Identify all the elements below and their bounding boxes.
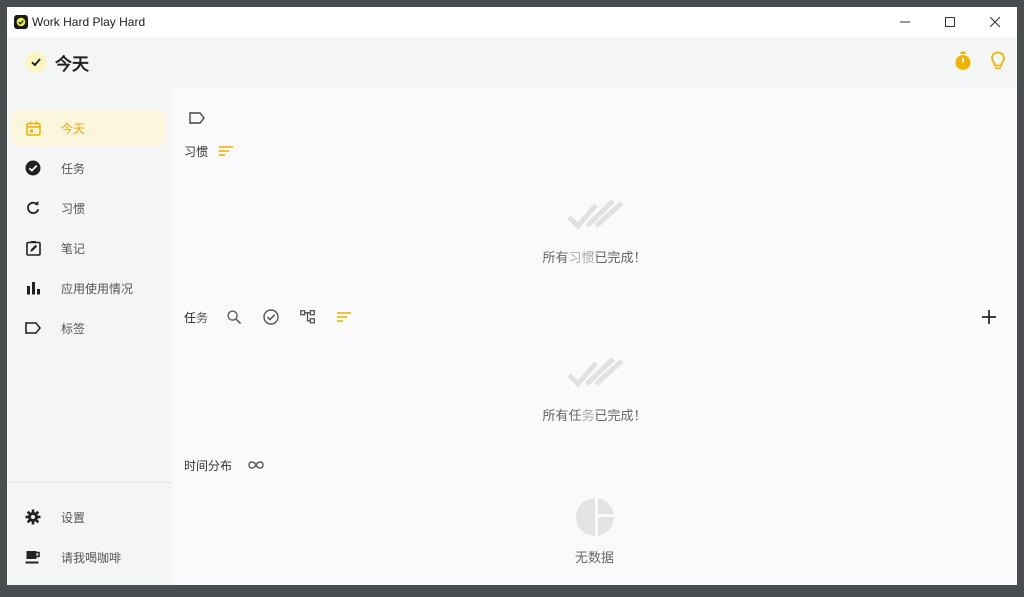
tasks-empty-text: 所有任务已完成！ <box>542 409 647 424</box>
window-title: Work Hard Play Hard <box>32 15 146 29</box>
time-distribution-empty-text: 无数据 <box>574 551 614 566</box>
main-content: 习惯 所有习惯已完成！ 任务 所有任务已完成！ 时间分布 无数据 <box>172 87 1017 585</box>
habits-empty-text: 所有习惯已完成！ <box>542 251 647 266</box>
completed-filter-icon[interactable] <box>261 307 281 327</box>
close-button[interactable] <box>972 7 1017 37</box>
done-all-icon <box>566 199 624 237</box>
sort-icon[interactable] <box>334 307 354 327</box>
plus-icon <box>982 310 996 324</box>
refresh-icon <box>25 200 41 216</box>
tasks-empty-state: 所有任务已完成！ <box>172 357 1017 424</box>
page-header: 今天 <box>7 37 1017 87</box>
note-icon <box>25 240 41 256</box>
time-distribution-title: 时间分布 <box>184 458 233 473</box>
sidebar-item-settings[interactable]: 设置 <box>11 499 166 535</box>
sidebar-item-label: 今天 <box>61 121 86 136</box>
sidebar-item-label: 习惯 <box>61 201 86 216</box>
check-circle-icon <box>25 160 41 176</box>
sidebar-item-app-usage[interactable]: 应用使用情况 <box>11 270 166 306</box>
app-window: Work Hard Play Hard 今天 今天 任务 习惯 笔记 应用使用情… <box>7 7 1017 585</box>
sidebar-item-label: 设置 <box>61 510 86 525</box>
sidebar-item-coffee[interactable]: 请我喝咖啡 <box>11 539 166 575</box>
title-bar: Work Hard Play Hard <box>7 7 1017 37</box>
tasks-title: 任务 <box>184 310 209 325</box>
hierarchy-icon[interactable] <box>298 307 318 327</box>
habits-header: 习惯 <box>184 141 236 161</box>
gear-icon <box>25 509 41 525</box>
check-icon <box>25 51 47 73</box>
sidebar-divider <box>7 482 172 483</box>
time-distribution-header: 时间分布 <box>184 455 266 475</box>
done-all-icon <box>566 357 624 395</box>
minimize-button[interactable] <box>882 7 927 37</box>
sort-icon[interactable] <box>216 141 236 161</box>
tasks-header: 任务 <box>184 307 354 327</box>
sidebar-item-label: 请我喝咖啡 <box>61 550 122 565</box>
minimize-icon <box>899 21 910 23</box>
tag-filter-icon[interactable] <box>189 109 205 128</box>
lightbulb-icon[interactable] <box>989 51 1007 75</box>
page-title: 今天 <box>55 54 89 75</box>
sidebar-item-notes[interactable]: 笔记 <box>11 230 166 266</box>
sidebar-item-label: 应用使用情况 <box>61 281 134 296</box>
sidebar-item-habits[interactable]: 习惯 <box>11 190 166 226</box>
bar-chart-icon <box>25 280 41 296</box>
calendar-icon <box>25 120 41 136</box>
time-distribution-empty-state: 无数据 <box>172 497 1017 566</box>
sidebar-item-label: 任务 <box>61 161 86 176</box>
habits-empty-state: 所有习惯已完成！ <box>172 199 1017 266</box>
pie-chart-icon <box>575 497 615 541</box>
sidebar-item-today[interactable]: 今天 <box>11 110 166 146</box>
sidebar-item-label: 标签 <box>61 321 86 336</box>
add-task-button[interactable] <box>982 309 996 328</box>
sidebar-item-label: 笔记 <box>61 241 86 256</box>
sidebar-item-tags[interactable]: 标签 <box>11 310 166 346</box>
sidebar: 今天 任务 习惯 笔记 应用使用情况 标签 设置 请我喝咖啡 <box>7 87 172 585</box>
habits-title: 习惯 <box>184 144 209 159</box>
maximize-icon <box>944 17 955 27</box>
tag-icon <box>25 320 41 336</box>
maximize-button[interactable] <box>927 7 972 37</box>
app-logo-icon <box>14 15 28 29</box>
timer-icon[interactable] <box>953 51 973 75</box>
sidebar-item-tasks[interactable]: 任务 <box>11 150 166 186</box>
close-icon <box>989 17 1000 27</box>
search-icon[interactable] <box>224 307 244 327</box>
coffee-icon <box>25 549 41 565</box>
infinity-icon[interactable] <box>246 455 266 475</box>
